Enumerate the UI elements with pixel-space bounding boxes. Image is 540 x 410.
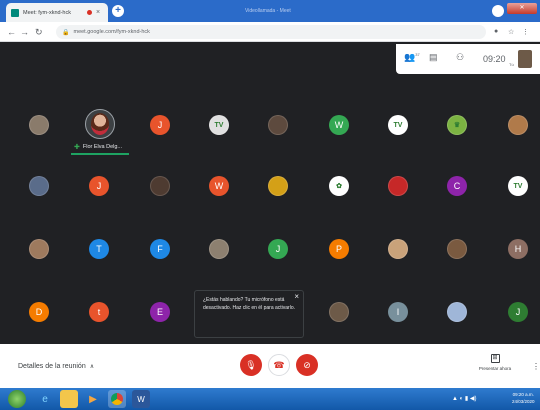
camera-indicator-icon[interactable]: ● bbox=[494, 28, 498, 35]
menu-icon[interactable]: ⋮ bbox=[522, 28, 529, 36]
window-title: Videollamada - Meet bbox=[245, 8, 291, 14]
taskbar-clock[interactable]: 09:20 a.m. 24/03/2020 bbox=[512, 391, 535, 405]
participant-photo-avatar[interactable] bbox=[268, 176, 288, 196]
participant-photo-avatar[interactable] bbox=[29, 176, 49, 196]
participant-letter-avatar[interactable]: E bbox=[150, 302, 170, 322]
camera-off-icon: ⊘ bbox=[303, 359, 311, 370]
self-video-thumbnail[interactable] bbox=[518, 50, 532, 68]
self-label: Tú bbox=[509, 62, 514, 67]
participant-photo-avatar[interactable]: ♛ bbox=[447, 115, 467, 135]
participant-photo-avatar[interactable] bbox=[388, 239, 408, 259]
file-explorer-icon[interactable] bbox=[60, 390, 78, 408]
system-tray-icons[interactable]: ▲ ◐ ▮ ◀) bbox=[452, 395, 476, 402]
media-player-icon[interactable]: ▶ bbox=[84, 390, 102, 408]
participant-letter-avatar[interactable]: J bbox=[508, 302, 528, 322]
participant-letter-avatar[interactable]: W bbox=[329, 115, 349, 135]
participant-photo-avatar[interactable] bbox=[329, 302, 349, 322]
screen: Meet: fym-xknd-hck × + Videollamada - Me… bbox=[0, 0, 540, 410]
present-now-button[interactable]: ⊞ Presentar ahora bbox=[474, 354, 516, 371]
window-close-button[interactable]: ✕ bbox=[507, 3, 537, 14]
recording-dot-icon bbox=[87, 10, 92, 15]
microphone-toggle-button[interactable]: 🎙 bbox=[240, 354, 262, 376]
lock-icon: 🔒 bbox=[62, 29, 70, 36]
meeting-details-button[interactable]: Detalles de la reunión ∧ bbox=[18, 363, 94, 370]
participant-photo-avatar[interactable]: TV bbox=[388, 115, 408, 135]
participant-letter-avatar[interactable]: T bbox=[89, 239, 109, 259]
speaking-indicator-icon: ✚ bbox=[74, 144, 80, 151]
meet-favicon-icon bbox=[11, 8, 19, 17]
more-options-button[interactable]: ⋮ bbox=[532, 362, 540, 371]
url-field[interactable]: 🔒 meet.google.com/fym-xknd-hck bbox=[56, 25, 486, 39]
participant-letter-avatar[interactable]: J bbox=[268, 239, 288, 259]
hang-up-button[interactable]: ☎ bbox=[268, 354, 290, 376]
clock-time: 09:20 a.m. bbox=[512, 392, 534, 397]
new-tab-button[interactable]: + bbox=[112, 5, 124, 17]
bookmark-star-icon[interactable]: ☆ bbox=[508, 28, 514, 36]
present-now-label: Presentar ahora bbox=[478, 366, 512, 371]
participant-letter-avatar[interactable]: J bbox=[89, 176, 109, 196]
chrome-icon[interactable] bbox=[108, 390, 126, 408]
meeting-details-label: Detalles de la reunión bbox=[18, 363, 86, 370]
start-button-icon[interactable] bbox=[8, 390, 26, 408]
reload-icon[interactable]: ↻ bbox=[35, 27, 43, 38]
participant-photo-avatar[interactable]: TV bbox=[209, 115, 229, 135]
participant-letter-avatar[interactable]: t bbox=[89, 302, 109, 322]
participant-letter-avatar[interactable]: P bbox=[329, 239, 349, 259]
speaker-avatar bbox=[91, 113, 109, 135]
profile-icon[interactable] bbox=[492, 5, 504, 17]
participant-photo-avatar[interactable] bbox=[29, 239, 49, 259]
participant-photo-avatar[interactable]: TV bbox=[508, 176, 528, 196]
windows-taskbar: e ▶ W ▲ ◐ ▮ ◀) 09:20 a.m. 24/03/2020 bbox=[0, 388, 540, 410]
forward-icon[interactable]: → bbox=[20, 27, 29, 37]
participant-photo-avatar[interactable] bbox=[29, 115, 49, 135]
address-bar: ← → ↻ 🔒 meet.google.com/fym-xknd-hck ● ☆… bbox=[0, 22, 540, 42]
browser-tab[interactable]: Meet: fym-xknd-hck × bbox=[6, 3, 108, 22]
participant-letter-avatar[interactable]: F bbox=[150, 239, 170, 259]
participant-photo-avatar[interactable] bbox=[508, 115, 528, 135]
activities-icon[interactable]: ⚇ bbox=[456, 52, 464, 63]
clock-date: 24/03/2020 bbox=[512, 399, 535, 404]
participant-photo-avatar[interactable] bbox=[150, 176, 170, 196]
participant-photo-avatar[interactable]: ✿ bbox=[329, 176, 349, 196]
tab-title: Meet: fym-xknd-hck bbox=[23, 9, 71, 16]
participant-letter-avatar[interactable]: D bbox=[29, 302, 49, 322]
chevron-up-icon: ∧ bbox=[89, 364, 95, 370]
participant-letter-avatar[interactable]: H bbox=[508, 239, 528, 259]
internet-explorer-icon[interactable]: e bbox=[36, 390, 54, 408]
speaker-name: Flor Elva Delg... bbox=[82, 144, 122, 150]
browser-tab-bar: Meet: fym-xknd-hck × + Videollamada - Me… bbox=[0, 0, 540, 22]
back-icon[interactable]: ← bbox=[7, 27, 16, 37]
toast-close-button[interactable]: × bbox=[294, 292, 299, 301]
meeting-info-panel: 👥37 ▤ ⚇ 09:20 Tú bbox=[396, 44, 540, 74]
meeting-controls-bar: Detalles de la reunión ∧ 🎙 ☎ ⊘ ⊞ Presenta… bbox=[0, 344, 540, 388]
participant-letter-avatar[interactable]: J bbox=[150, 115, 170, 135]
camera-toggle-button[interactable]: ⊘ bbox=[296, 354, 318, 376]
mic-off-icon: 🎙 bbox=[245, 359, 257, 370]
speaker-highlight-bar bbox=[71, 153, 129, 155]
participant-letter-avatar[interactable]: C bbox=[447, 176, 467, 196]
chat-icon[interactable]: ▤ bbox=[429, 52, 438, 63]
word-icon[interactable]: W bbox=[132, 390, 150, 408]
toast-message: ¿Estás hablando? Tu micrófono está desac… bbox=[203, 297, 295, 311]
meeting-time: 09:20 bbox=[483, 54, 506, 64]
present-icon: ⊞ bbox=[490, 354, 500, 363]
url-text: meet.google.com/fym-xknd-hck bbox=[73, 29, 150, 35]
participant-photo-avatar[interactable] bbox=[268, 115, 288, 135]
participant-photo-avatar[interactable] bbox=[447, 239, 467, 259]
participant-photo-avatar[interactable] bbox=[447, 302, 467, 322]
participants-icon[interactable]: 👥37 bbox=[404, 52, 420, 63]
tab-close-button[interactable]: × bbox=[96, 9, 100, 16]
participant-photo-avatar[interactable] bbox=[209, 239, 229, 259]
mic-muted-toast: ¿Estás hablando? Tu micrófono está desac… bbox=[194, 290, 304, 338]
participant-letter-avatar[interactable]: W bbox=[209, 176, 229, 196]
speaker-name-label: ✚ Flor Elva Delg... bbox=[74, 143, 122, 151]
phone-hangup-icon: ☎ bbox=[273, 359, 285, 370]
participant-photo-avatar[interactable] bbox=[388, 176, 408, 196]
participant-letter-avatar[interactable]: I bbox=[388, 302, 408, 322]
